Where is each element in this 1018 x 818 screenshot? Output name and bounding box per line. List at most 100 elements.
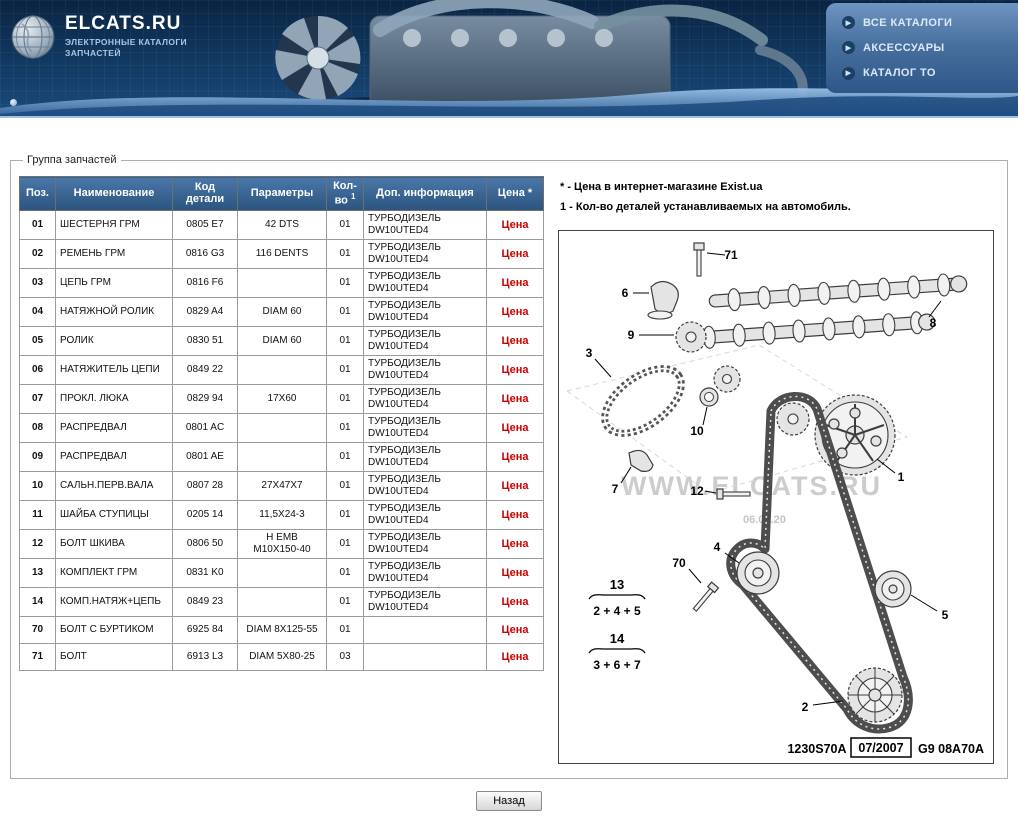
- belt-sprocket-hub: [787, 413, 799, 425]
- header-info: Доп. информация: [363, 176, 487, 211]
- cell-code: 0801 AC: [172, 412, 238, 443]
- price-link[interactable]: Цена: [501, 567, 528, 579]
- cell-code: 0801 AE: [172, 441, 238, 472]
- cell-qty: 01: [326, 499, 364, 530]
- bracket-part: [647, 280, 679, 320]
- cell-code: 0849 23: [172, 586, 238, 617]
- price-link[interactable]: Цена: [501, 451, 528, 463]
- footer-actions: Назад: [10, 790, 1008, 811]
- cell-params: 42 DTS: [237, 209, 327, 240]
- price-link[interactable]: Цена: [501, 624, 528, 636]
- cell-code: 6913 L3: [172, 642, 238, 671]
- parts-group-legend: Группа запчастей: [27, 154, 117, 166]
- cell-pos: 10: [19, 470, 56, 501]
- seal-ring: [699, 386, 719, 407]
- cell-info: ТУРБОДИЗЕЛЬ DW10UTED4: [363, 557, 487, 588]
- qty-footnote-marker: 1: [350, 192, 356, 201]
- cell-qty: 01: [326, 528, 364, 559]
- cell-pos: 05: [19, 325, 56, 356]
- cell-params: DIAM 60: [237, 296, 327, 327]
- cell-pos: 02: [19, 238, 56, 269]
- header-code: Код детали: [172, 176, 238, 211]
- top-banner: ELCATS.RU ЭЛЕКТРОННЫЕ КАТАЛОГИ ЗАПЧАСТЕЙ…: [0, 0, 1018, 118]
- cell-qty: 01: [326, 470, 364, 501]
- cell-price: Цена: [486, 557, 544, 588]
- price-link[interactable]: Цена: [501, 480, 528, 492]
- diagram-column: * - Цена в интернет-магазине Exist.ua 1 …: [558, 176, 999, 764]
- price-footnote: * - Цена в интернет-магазине Exist.ua: [560, 181, 763, 193]
- cell-pos: 03: [19, 267, 56, 298]
- cell-price: Цена: [486, 470, 544, 501]
- part-number-label: 6: [622, 286, 629, 300]
- table-row: 06 НАТЯЖИТЕЛЬ ЦЕПИ 0849 22 01 ТУРБОДИЗЕЛ…: [19, 354, 544, 385]
- price-link[interactable]: Цена: [501, 248, 528, 260]
- cell-pos: 04: [19, 296, 56, 327]
- globe-icon: [11, 15, 55, 59]
- cell-price: Цена: [486, 296, 544, 327]
- cell-code: 0849 22: [172, 354, 238, 385]
- header-params: Параметры: [237, 176, 327, 211]
- cell-price: Цена: [486, 325, 544, 356]
- price-link[interactable]: Цена: [501, 306, 528, 318]
- price-link[interactable]: Цена: [501, 219, 528, 231]
- cell-params: [237, 586, 327, 617]
- parts-table: Поз. Наименование Код детали Параметры К…: [19, 176, 544, 671]
- cell-name: КОМПЛЕКТ ГРМ: [55, 557, 173, 588]
- cell-code: 0830 51: [172, 325, 238, 356]
- price-link[interactable]: Цена: [501, 364, 528, 376]
- cell-params: DIAM 60: [237, 325, 327, 356]
- price-link[interactable]: Цена: [501, 509, 528, 521]
- price-link[interactable]: Цена: [501, 538, 528, 550]
- cell-qty: 01: [326, 383, 364, 414]
- header-qty: Кол-во 1: [326, 176, 364, 211]
- cell-code: 0807 28: [172, 470, 238, 501]
- part-number-label: 8: [930, 316, 937, 330]
- price-link[interactable]: Цена: [501, 335, 528, 347]
- cell-info: [363, 642, 487, 671]
- cell-info: ТУРБОДИЗЕЛЬ DW10UTED4: [363, 354, 487, 385]
- table-row: 02 РЕМЕНЬ ГРМ 0816 G3 116 DENTS 01 ТУРБО…: [19, 238, 544, 269]
- cell-params: [237, 441, 327, 472]
- cell-name: ШАЙБА СТУПИЦЫ: [55, 499, 173, 530]
- part-number-label: 10: [690, 424, 704, 438]
- price-link[interactable]: Цена: [501, 393, 528, 405]
- cell-code: 0829 94: [172, 383, 238, 414]
- cell-qty: 01: [326, 209, 364, 240]
- cell-pos: 06: [19, 354, 56, 385]
- nav-item-service-catalog[interactable]: ▶ КАТАЛОГ ТО: [842, 66, 1018, 80]
- part-number-label: 2: [802, 700, 809, 714]
- nav-item-all-catalogs[interactable]: ▶ ВСЕ КАТАЛОГИ: [842, 16, 1018, 30]
- tensioner-pulley: [736, 550, 780, 595]
- cell-info: ТУРБОДИЗЕЛЬ DW10UTED4: [363, 238, 487, 269]
- arrow-right-icon: ▶: [842, 16, 855, 30]
- price-link[interactable]: Цена: [501, 277, 528, 289]
- table-row: 12 БОЛТ ШКИВА 0806 50 H EMB M10X150-40 0…: [19, 528, 544, 559]
- cell-params: [237, 267, 327, 298]
- back-button[interactable]: Назад: [476, 790, 542, 811]
- cell-name: КОМП.НАТЯЖ+ЦЕПЬ: [55, 586, 173, 617]
- cell-name: БОЛТ: [55, 642, 173, 671]
- bolt-part: [693, 241, 705, 277]
- price-link[interactable]: Цена: [501, 651, 528, 663]
- header-name: Наименование: [55, 176, 173, 211]
- cell-info: ТУРБОДИЗЕЛЬ DW10UTED4: [363, 528, 487, 559]
- price-link[interactable]: Цена: [501, 422, 528, 434]
- table-row: 05 РОЛИК 0830 51 DIAM 60 01 ТУРБОДИЗЕЛЬ …: [19, 325, 544, 356]
- cell-qty: 01: [326, 441, 364, 472]
- table-row: 70 БОЛТ С БУРТИКОМ 6925 84 DIAM 8X125-55…: [19, 615, 544, 644]
- part-number-label: 1: [898, 470, 905, 484]
- nav-item-accessories[interactable]: ▶ АКСЕССУАРЫ: [842, 41, 1018, 55]
- price-link[interactable]: Цена: [501, 596, 528, 608]
- cell-params: [237, 354, 327, 385]
- cell-info: ТУРБОДИЗЕЛЬ DW10UTED4: [363, 383, 487, 414]
- cell-price: Цена: [486, 383, 544, 414]
- cell-qty: 01: [326, 557, 364, 588]
- cell-qty: 01: [326, 412, 364, 443]
- cell-pos: 08: [19, 412, 56, 443]
- cell-info: ТУРБОДИЗЕЛЬ DW10UTED4: [363, 325, 487, 356]
- kit-13-formula: 13 2 + 4 + 5: [588, 577, 646, 618]
- parts-group-fieldset: Группа запчастей Поз. Наименование Код д…: [10, 154, 1008, 779]
- cell-price: Цена: [486, 209, 544, 240]
- cell-info: [363, 615, 487, 644]
- chain-sprocket-hub: [721, 373, 733, 384]
